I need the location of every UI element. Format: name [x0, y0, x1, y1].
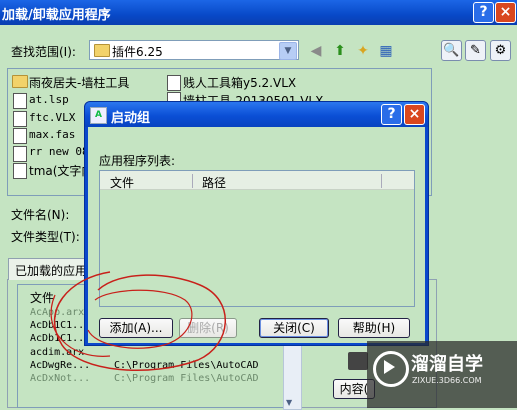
chevron-down-icon[interactable]: ▼	[279, 42, 297, 60]
back-window-title: 加载/卸载应用程序	[2, 8, 111, 23]
lookin-value: 插件6.25	[112, 45, 163, 59]
file-item[interactable]: max.fas	[29, 128, 75, 141]
new-folder-icon[interactable]: ✦	[353, 41, 373, 61]
file-item[interactable]: ftc.VLX	[29, 111, 75, 124]
dialog-titlebar: A 启动组 ? ×	[85, 102, 428, 127]
lookin-combo[interactable]: 插件6.25 ▼	[89, 40, 299, 60]
filename-label: 文件名(N):	[11, 208, 70, 222]
dialog-close-button[interactable]: ×	[404, 104, 425, 125]
folder-icon	[94, 44, 110, 57]
watermark-subtext: ZIXUE.3D66.COM	[412, 376, 482, 385]
tools-icon[interactable]: ⚙	[490, 40, 511, 61]
scroll-down-icon[interactable]: ▼	[286, 398, 292, 407]
column-divider[interactable]	[192, 174, 193, 188]
file-icon	[13, 146, 27, 162]
file-item[interactable]: at.lsp	[29, 93, 69, 106]
app-list-label: 应用程序列表:	[99, 154, 176, 168]
back-window-titlebar: 加载/卸载应用程序 ? ×	[0, 0, 517, 25]
loaded-col-file[interactable]: 文件	[30, 289, 54, 306]
tab-loaded-apps-label: 已加载的应用	[15, 264, 88, 278]
loaded-row[interactable]: AcDxNot...	[30, 373, 90, 384]
tab-loaded-apps[interactable]: 已加载的应用	[8, 258, 93, 280]
dialog-help-button[interactable]: ?	[381, 104, 402, 125]
file-item[interactable]: 贱人工具箱y5.2.VLX	[183, 74, 296, 91]
find-icon[interactable]: 🔍	[441, 40, 462, 61]
close-dialog-button[interactable]: 关闭(C)	[259, 318, 329, 338]
loaded-row[interactable]: AcApp.arx	[30, 307, 84, 318]
column-divider[interactable]	[381, 174, 382, 188]
help-dialog-button[interactable]: 帮助(H)	[338, 318, 410, 338]
app-list[interactable]	[99, 170, 415, 307]
vlx-file-icon	[13, 111, 27, 127]
locate-icon[interactable]: ✎	[465, 40, 486, 61]
loaded-row-path: C:\Program Files\AutoCAD	[114, 360, 259, 371]
app-icon: A	[90, 107, 107, 124]
add-button[interactable]: 添加(A)...	[99, 318, 173, 338]
file-item[interactable]: rr new 08	[29, 145, 89, 158]
app-icon	[348, 352, 368, 370]
col-path[interactable]: 路径	[202, 174, 226, 191]
col-file[interactable]: 文件	[110, 174, 134, 191]
loaded-row-path: C:\Program Files\AutoCAD	[114, 373, 259, 384]
folder-icon	[12, 75, 28, 88]
loaded-row[interactable]: AcDb1C1...	[30, 333, 90, 344]
fas-file-icon	[13, 128, 27, 144]
loaded-row[interactable]: AcDb1C1...	[30, 320, 90, 331]
vlx-file-icon	[167, 75, 181, 91]
views-menu-icon[interactable]: ▦	[376, 41, 396, 61]
help-button[interactable]: ?	[473, 2, 494, 23]
lsp-file-icon	[13, 93, 27, 109]
watermark-text: 溜溜自学	[411, 354, 483, 375]
remove-button[interactable]: 删除(R)	[179, 318, 237, 338]
back-icon[interactable]: ◀	[306, 41, 326, 61]
close-button[interactable]: ×	[495, 2, 516, 23]
file-item[interactable]: 雨夜居夫-墙柱工具	[29, 74, 129, 91]
dialog-title: 启动组	[111, 111, 151, 126]
loaded-row[interactable]: acdim.arx	[30, 347, 84, 358]
filetype-label: 文件类型(T):	[11, 230, 80, 244]
app-list-header: 文件 路径	[100, 171, 414, 190]
watermark: 溜溜自学 ZIXUE.3D66.COM	[367, 341, 517, 408]
loaded-row[interactable]: AcDwgRe...	[30, 360, 90, 371]
lookin-label: 查找范围(I):	[11, 45, 76, 59]
play-triangle-icon	[384, 360, 395, 374]
up-folder-icon[interactable]: ⬆	[330, 41, 350, 61]
file-icon	[13, 163, 27, 179]
